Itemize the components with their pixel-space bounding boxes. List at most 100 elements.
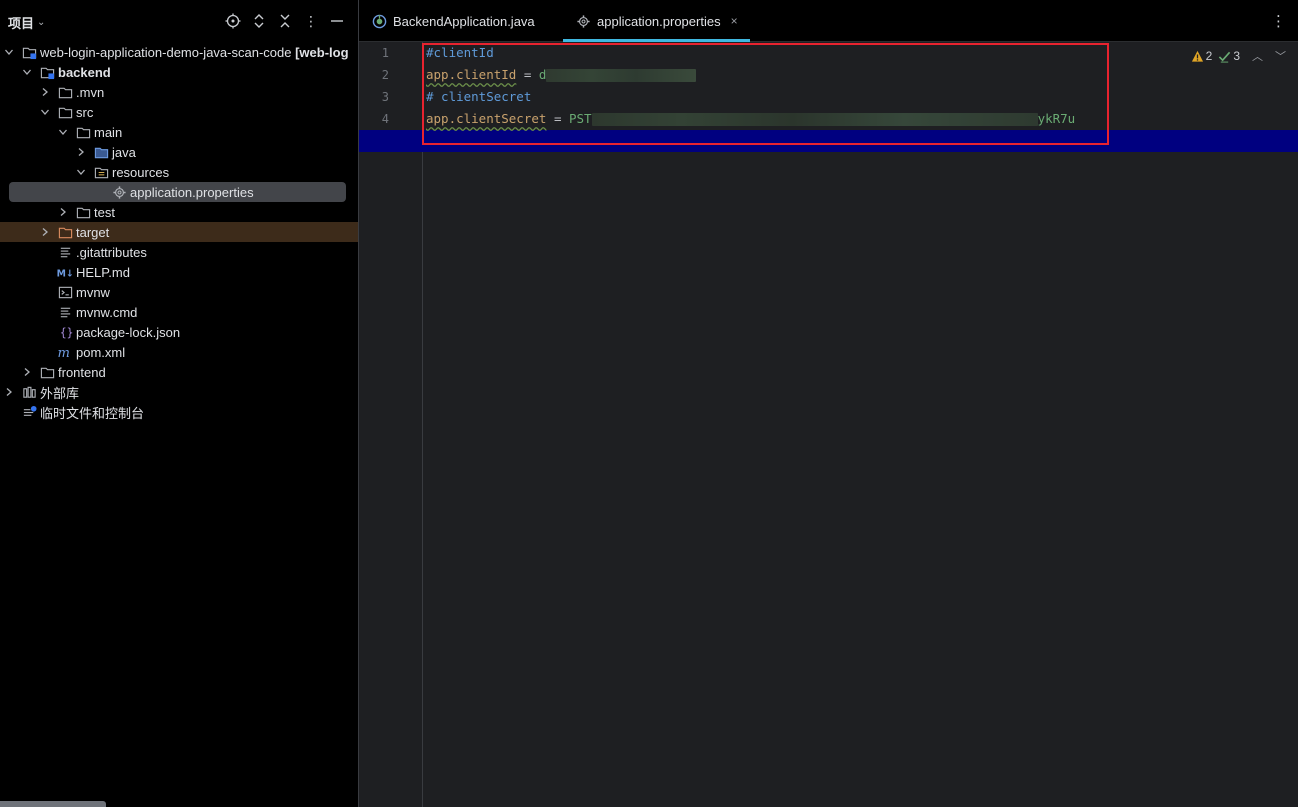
tree-item-label: 临时文件和控制台 (40, 405, 145, 421)
text-file-icon (57, 244, 73, 260)
tree-item-java[interactable]: java (0, 142, 358, 162)
folder-icon (75, 124, 91, 140)
tree-item-label: mvnw.cmd (76, 304, 138, 320)
project-view-selector[interactable]: 项目 ⌄ (8, 13, 45, 32)
tree-item-scratches-and-consoles[interactable]: 临时文件和控制台 (0, 402, 358, 422)
tree-item-resources[interactable]: resources (0, 162, 358, 182)
folder-icon (39, 364, 55, 380)
tree-item-help-md[interactable]: M↓ HELP.md (0, 262, 358, 282)
properties-file-icon (575, 13, 591, 29)
chevron-down-icon[interactable] (57, 122, 69, 142)
code-editor[interactable]: #clientId app.clientId = d # clientSecre… (359, 42, 1298, 807)
chevron-right-icon[interactable] (21, 362, 33, 382)
tree-item-backend[interactable]: backend (0, 62, 358, 82)
tree-item-label: test (94, 204, 115, 220)
line-number-gutter: 1 2 3 4 5 (359, 42, 423, 807)
tree-item-label: target (76, 224, 110, 240)
inspection-widget[interactable]: 2 3 ︿ ﹀ (1191, 48, 1286, 64)
warnings-count: 2 (1205, 49, 1213, 63)
tree-item-mvn[interactable]: .mvn (0, 82, 358, 102)
folder-icon (57, 104, 73, 120)
editor-tab-bar: BackendApplication.java application.prop… (359, 0, 1298, 42)
tree-item-suffix: [web-log (295, 44, 349, 60)
tab-application-properties[interactable]: application.properties × (563, 0, 750, 42)
svg-text:M↓: M↓ (57, 268, 74, 279)
chevron-down-icon[interactable] (3, 42, 15, 62)
tree-item-label: pom.xml (76, 344, 126, 360)
warnings-indicator[interactable]: 2 (1191, 49, 1213, 63)
tree-item-target[interactable]: target (0, 222, 358, 242)
project-module-icon (21, 44, 37, 60)
weak-warnings-count: 3 (1233, 49, 1240, 63)
horizontal-scrollbar[interactable] (0, 801, 106, 807)
chevron-down-icon: ⌄ (37, 17, 46, 28)
tree-item-frontend[interactable]: frontend (0, 362, 358, 382)
tree-item-label: java (112, 144, 136, 160)
tree-item-main[interactable]: main (0, 122, 358, 142)
tree-item-label: .gitattributes (76, 244, 147, 260)
svg-text:{}: {} (59, 326, 72, 339)
markdown-file-icon: M↓ (56, 264, 74, 280)
tree-item-mvnw[interactable]: mvnw (0, 282, 358, 302)
resources-folder-icon (93, 164, 109, 180)
tree-item-application-properties[interactable]: application.properties (0, 182, 358, 202)
tree-item-package-lock-json[interactable]: {} package-lock.json (0, 322, 358, 342)
tree-item-project-root[interactable]: web-login-application-demo-java-scan-cod… (0, 42, 358, 62)
source-folder-icon (93, 144, 109, 160)
tree-item-label: .mvn (76, 84, 105, 100)
excluded-folder-icon (57, 224, 73, 240)
tree-item-pom-xml[interactable]: m pom.xml (0, 342, 358, 362)
svg-text:m: m (58, 346, 70, 360)
module-folder-icon (39, 64, 55, 80)
chevron-right-icon[interactable] (39, 222, 51, 242)
tree-item-src[interactable]: src (0, 102, 358, 122)
chevron-down-icon[interactable] (39, 102, 51, 122)
tree-item-label: 外部库 (40, 385, 80, 401)
shell-script-icon (57, 284, 73, 300)
project-panel-header: 项目 ⌄ ⋮ (0, 0, 358, 42)
tree-item-external-libraries[interactable]: 外部库 (0, 382, 358, 402)
tree-item-label: backend (58, 64, 111, 80)
collapse-all-icon[interactable] (275, 11, 295, 31)
line-number: 1 (381, 46, 389, 60)
expand-collapse-icon[interactable] (249, 11, 269, 31)
chevron-right-icon[interactable] (3, 382, 15, 402)
tree-item-label: web-login-application-demo-java-scan-cod… (40, 44, 292, 60)
minimize-icon[interactable] (327, 11, 347, 31)
chevron-up-icon[interactable]: ︿ (1252, 48, 1263, 64)
weak-warnings-indicator[interactable]: 3 (1218, 49, 1240, 63)
chevron-down-icon[interactable]: ﹀ (1275, 48, 1286, 64)
tree-item-label: package-lock.json (76, 324, 181, 340)
tree-item-label: mvnw (76, 284, 110, 300)
tree-item-label: application.properties (130, 184, 254, 200)
red-annotation-box (422, 43, 1109, 145)
folder-icon (75, 204, 91, 220)
locate-icon[interactable] (223, 11, 243, 31)
project-panel-title: 项目 (8, 16, 35, 31)
tree-item-gitattributes[interactable]: .gitattributes (0, 242, 358, 262)
line-number: 3 (381, 90, 389, 104)
tree-item-mvnw-cmd[interactable]: mvnw.cmd (0, 302, 358, 322)
chevron-right-icon[interactable] (75, 142, 87, 162)
scratches-icon (21, 404, 37, 420)
chevron-right-icon[interactable] (57, 202, 69, 222)
chevron-down-icon[interactable] (75, 162, 87, 182)
warning-icon (1191, 50, 1203, 62)
project-tool-window: 项目 ⌄ ⋮ web-login-application-demo-java-s… (0, 0, 358, 807)
tree-item-label: frontend (58, 364, 106, 380)
chevron-down-icon[interactable] (21, 62, 33, 82)
chevron-right-icon[interactable] (39, 82, 51, 102)
text-file-icon (57, 304, 73, 320)
tree-item-label: resources (112, 164, 170, 180)
more-options-icon[interactable]: ⋮ (1271, 12, 1286, 30)
json-file-icon: {} (57, 324, 73, 340)
tab-label: application.properties (597, 13, 721, 29)
tab-backend-application[interactable]: BackendApplication.java (371, 0, 535, 42)
close-icon[interactable]: × (731, 14, 738, 28)
check-icon (1219, 51, 1231, 63)
folder-icon (57, 84, 73, 100)
more-options-icon[interactable]: ⋮ (301, 11, 321, 31)
tree-item-test[interactable]: test (0, 202, 358, 222)
spring-boot-app-icon (371, 13, 387, 29)
tab-label: BackendApplication.java (393, 13, 535, 29)
